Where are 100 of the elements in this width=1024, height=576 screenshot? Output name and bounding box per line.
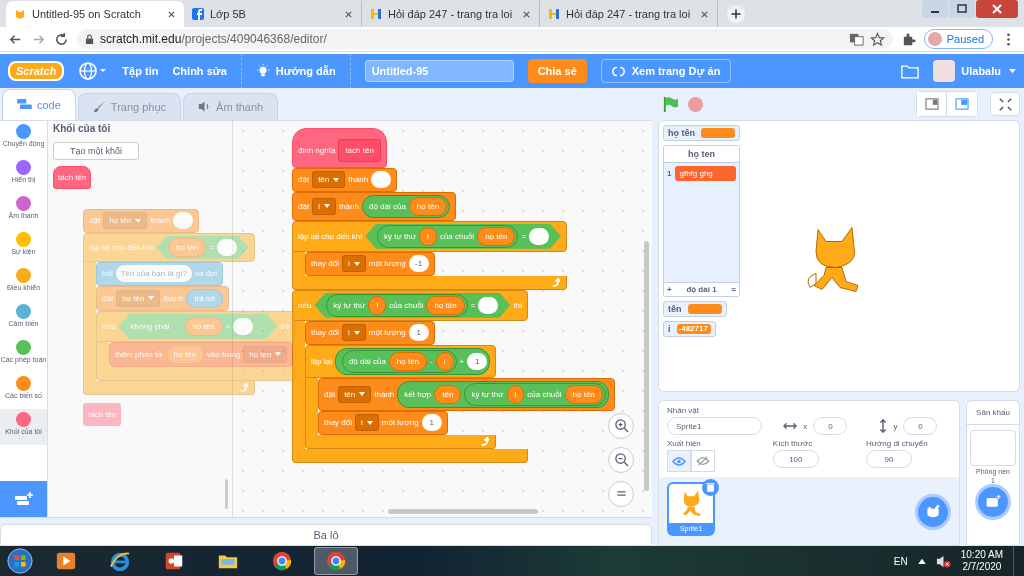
address-bar[interactable]: scratch.mit.edu/projects/409046368/editor/ — [77, 29, 893, 50]
direction-field[interactable]: 90 — [865, 450, 912, 468]
field-label: Nhân vật — [667, 406, 700, 415]
url-path: /projects/409046368/editor/ — [181, 32, 327, 47]
muted-speaker-icon[interactable] — [935, 553, 951, 569]
block-label: của chuỗi — [389, 300, 424, 310]
brush-icon — [92, 100, 106, 114]
input-field[interactable]: 1 — [467, 352, 488, 370]
fullscreen-icon — [998, 97, 1012, 111]
variable-dropdown[interactable]: i — [342, 324, 366, 342]
variable-reporter: họ tên — [564, 384, 603, 404]
variable-dropdown[interactable]: i — [342, 255, 366, 273]
input-field[interactable] — [233, 317, 254, 335]
close-icon[interactable] — [700, 9, 709, 19]
variable-dropdown[interactable]: i — [355, 414, 379, 432]
new-tab-icon[interactable] — [726, 4, 746, 25]
input-field[interactable]: -1 — [408, 255, 429, 273]
field-label: Xuất hiện — [667, 439, 701, 448]
scrollbar[interactable] — [388, 509, 538, 515]
close-icon[interactable] — [976, 0, 1018, 18]
small-stage-button[interactable] — [917, 92, 947, 116]
block-label: thành — [348, 175, 369, 185]
block-label: một lượng — [381, 418, 419, 428]
close-icon[interactable] — [522, 9, 531, 19]
globe-icon[interactable] — [78, 61, 109, 81]
language-indicator[interactable]: EN — [893, 555, 908, 567]
block-label: lặp lại cho đến khi — [89, 242, 154, 252]
chrome-icon — [325, 550, 347, 572]
caret-icon — [323, 204, 330, 209]
translate-icon[interactable] — [848, 31, 864, 47]
sprite-name-field[interactable]: Sprite1 — [667, 417, 762, 435]
star-icon[interactable] — [869, 31, 885, 47]
block-label: của chuỗi — [439, 231, 475, 241]
vertical-arrows-icon — [879, 419, 888, 433]
caret-icon — [275, 352, 282, 357]
list-title: họ ten — [664, 146, 739, 163]
loop-arrow-icon — [551, 277, 561, 287]
show-button[interactable] — [667, 450, 691, 472]
variable-reporter: i — [506, 384, 525, 404]
add-backdrop-button[interactable] — [975, 484, 1011, 520]
input-field[interactable]: 1 — [408, 324, 429, 342]
block-label: độ dài của — [368, 201, 406, 211]
caret-icon[interactable] — [917, 558, 926, 564]
zoom-out-button[interactable] — [608, 446, 634, 473]
custom-block: tách tên — [83, 402, 122, 426]
add-item-button[interactable]: + — [667, 285, 672, 294]
backdrop-thumbnail[interactable] — [970, 430, 1016, 466]
answer-reporter: trả lời — [186, 288, 223, 308]
input-field[interactable]: 1 — [421, 414, 442, 432]
variable-reporter: họ tên — [408, 196, 448, 216]
close-icon[interactable] — [344, 9, 353, 19]
zoom-in-button[interactable] — [608, 412, 634, 439]
block-label: vào trong — [206, 349, 241, 359]
block-label: và đợi — [194, 269, 218, 279]
input-field[interactable] — [216, 238, 237, 256]
variable-dropdown[interactable]: tên — [338, 385, 372, 403]
input-field[interactable] — [173, 212, 194, 230]
clock-date: 2/7/2020 — [962, 561, 1002, 573]
zoom-in-icon — [613, 418, 629, 434]
caret-icon — [333, 177, 340, 182]
add-extension-button[interactable] — [0, 481, 47, 518]
scrollbar[interactable] — [644, 240, 649, 491]
list-length: độ dài 1 — [686, 285, 717, 294]
variable-reporter: họ tên — [184, 316, 223, 336]
hide-button[interactable] — [691, 450, 715, 472]
zoom-out-icon — [613, 452, 629, 468]
input-field[interactable] — [371, 171, 392, 189]
size-field[interactable]: 100 — [772, 450, 819, 468]
eye-slash-icon — [696, 456, 710, 466]
block-label: ký tự thứ — [471, 389, 504, 399]
fullscreen-button[interactable] — [990, 92, 1020, 116]
field-label: Hướng di chuyển — [865, 439, 928, 448]
resize-handle[interactable]: = — [731, 285, 736, 294]
block-label: đặt — [324, 389, 336, 399]
browser-tab[interactable]: Untitled-95 on Scratch — [6, 1, 184, 28]
x-field[interactable]: 0 — [813, 417, 848, 435]
site-icon — [370, 8, 382, 21]
input-field[interactable] — [478, 296, 499, 314]
add-sprite-button[interactable] — [915, 494, 951, 530]
y-field[interactable]: 0 — [903, 417, 938, 435]
block-label: thay đổi — [324, 418, 353, 428]
monitor-value — [687, 304, 722, 314]
variable-dropdown[interactable]: tên — [312, 171, 346, 189]
close-icon[interactable] — [167, 9, 176, 19]
reload-icon[interactable] — [54, 31, 69, 47]
block-label: không phải — [130, 321, 170, 331]
variable-dropdown[interactable]: i — [312, 197, 336, 215]
make-block-button[interactable]: Tạo một khối — [53, 141, 139, 160]
folder-icon[interactable] — [901, 63, 920, 79]
minimize-icon[interactable] — [922, 0, 948, 18]
remix-icon — [611, 64, 625, 78]
start-button[interactable] — [6, 547, 34, 575]
horizontal-arrows-icon — [783, 422, 798, 430]
flag-icon[interactable] — [662, 95, 679, 113]
restore-icon[interactable] — [949, 0, 975, 18]
input-field[interactable] — [529, 227, 550, 245]
backpack-bar[interactable]: Ba lô — [0, 524, 652, 546]
block-label: nếu — [298, 300, 312, 310]
trash-icon[interactable] — [702, 479, 719, 496]
user-avatar[interactable] — [933, 60, 956, 82]
